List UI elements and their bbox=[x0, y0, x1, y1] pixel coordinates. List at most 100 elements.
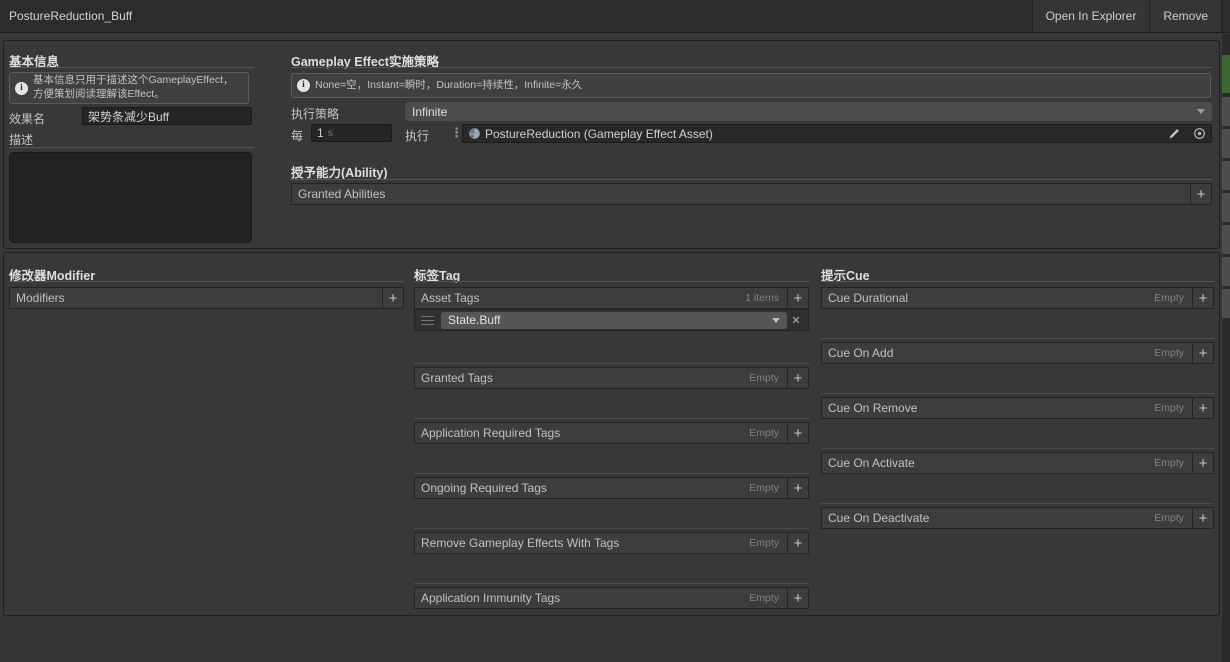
add-asset-tag-button[interactable]: + bbox=[787, 288, 808, 308]
list-label: Granted Abilities bbox=[298, 187, 386, 201]
modifier-tag-cue-panel: 修改器Modifier Modifiers + 标签Tag Asset Tags… bbox=[3, 252, 1220, 616]
list-count-badge: Empty bbox=[1154, 292, 1184, 304]
add-cue-on-remove-button[interactable]: + bbox=[1192, 398, 1213, 418]
divider bbox=[414, 418, 809, 419]
list-label: Cue On Remove bbox=[828, 401, 918, 415]
plus-icon: + bbox=[1198, 344, 1208, 362]
modifiers-list-header: Modifiers + bbox=[9, 287, 404, 309]
add-remove-effects-tag-button[interactable]: + bbox=[787, 533, 808, 553]
asset-title: PostureReduction_Buff bbox=[9, 9, 133, 23]
object-picker-icon[interactable] bbox=[1193, 127, 1206, 140]
drag-handle-icon[interactable] bbox=[421, 315, 434, 325]
description-textarea[interactable] bbox=[9, 152, 252, 243]
asset-tag-item-row: State.Buff ✕ bbox=[414, 309, 809, 331]
cue-on-remove-list-header: Cue On Remove Empty + bbox=[821, 397, 1214, 419]
add-cue-on-add-button[interactable]: + bbox=[1192, 343, 1213, 363]
add-ongoing-required-tag-button[interactable]: + bbox=[787, 478, 808, 498]
list-count-badge: Empty bbox=[749, 592, 779, 604]
right-edge-panel-sliver[interactable] bbox=[1222, 34, 1230, 662]
strip-segment bbox=[1222, 97, 1230, 126]
strip-segment bbox=[1222, 225, 1230, 254]
basic-info-helpbox: i 基本信息只用于描述这个GameplayEffect，方便策划阅读理解该Eff… bbox=[9, 72, 249, 104]
effect-name-input[interactable]: 架势条减少Buff bbox=[82, 107, 252, 125]
plus-icon: + bbox=[793, 424, 803, 442]
chevron-down-icon bbox=[1197, 109, 1205, 114]
list-count-badge: Empty bbox=[749, 537, 779, 549]
remove-tag-button[interactable]: ✕ bbox=[787, 314, 805, 327]
list-label: Application Immunity Tags bbox=[421, 591, 561, 605]
add-granted-tag-button[interactable]: + bbox=[787, 368, 808, 388]
plus-icon: + bbox=[1198, 454, 1208, 472]
close-icon: ✕ bbox=[791, 314, 801, 327]
period-input[interactable]: 1 s bbox=[311, 124, 392, 142]
list-label: Cue On Activate bbox=[828, 456, 915, 470]
info-icon: i bbox=[297, 79, 310, 92]
list-label: Granted Tags bbox=[421, 371, 493, 385]
divider bbox=[9, 67, 254, 68]
granted-tags-list-header: Granted Tags Empty + bbox=[414, 367, 809, 389]
remove-gameplay-effects-with-tags-list-header: Remove Gameplay Effects With Tags Empty … bbox=[414, 532, 809, 554]
divider bbox=[414, 363, 809, 364]
description-label: 描述 bbox=[9, 133, 34, 147]
list-label: Modifiers bbox=[16, 291, 65, 305]
strip-segment bbox=[1222, 289, 1230, 318]
list-label: Remove Gameplay Effects With Tags bbox=[421, 536, 620, 550]
gameplay-effect-editor: { "title_bar": { "title": "PostureReduct… bbox=[0, 0, 1230, 662]
period-label: 每 bbox=[291, 129, 304, 143]
list-label: Cue Durational bbox=[828, 291, 909, 305]
plus-icon: + bbox=[793, 479, 803, 497]
cue-on-deactivate-list-header: Cue On Deactivate Empty + bbox=[821, 507, 1214, 529]
exec-asset-object-field[interactable]: PostureReduction (Gameplay Effect Asset) bbox=[462, 124, 1212, 143]
window-footer bbox=[0, 617, 1222, 662]
strip-segment bbox=[1222, 257, 1230, 286]
plus-icon: + bbox=[793, 289, 803, 307]
policy-help-text: None=空，Instant=瞬时，Duration=持续性，Infinite=… bbox=[315, 78, 583, 91]
asset-tag-dropdown[interactable]: State.Buff bbox=[441, 311, 787, 329]
add-cue-on-activate-button[interactable]: + bbox=[1192, 453, 1213, 473]
list-count-badge: Empty bbox=[1154, 512, 1184, 524]
exec-asset-name: PostureReduction (Gameplay Effect Asset) bbox=[485, 126, 713, 141]
list-count-badge: Empty bbox=[1154, 347, 1184, 359]
open-in-explorer-button[interactable]: Open In Explorer bbox=[1031, 0, 1150, 32]
plus-icon: + bbox=[1198, 509, 1208, 527]
period-unit: s bbox=[327, 127, 333, 139]
add-modifier-button[interactable]: + bbox=[382, 288, 403, 308]
list-count-badge: Empty bbox=[749, 482, 779, 494]
cue-on-activate-list-header: Cue On Activate Empty + bbox=[821, 452, 1214, 474]
divider bbox=[821, 503, 1214, 504]
application-immunity-tags-list-header: Application Immunity Tags Empty + bbox=[414, 587, 809, 609]
title-bar-actions: Open In Explorer Remove bbox=[1031, 0, 1222, 32]
add-cue-on-deactivate-button[interactable]: + bbox=[1192, 508, 1213, 528]
list-label: Cue On Add bbox=[828, 346, 894, 360]
exec-policy-dropdown[interactable]: Infinite bbox=[405, 102, 1212, 121]
add-application-required-tag-button[interactable]: + bbox=[787, 423, 808, 443]
list-label: Ongoing Required Tags bbox=[421, 481, 547, 495]
divider bbox=[821, 281, 1214, 282]
divider bbox=[821, 393, 1214, 394]
effect-config-panel: 基本信息 i 基本信息只用于描述这个GameplayEffect，方便策划阅读理… bbox=[3, 40, 1220, 249]
list-count-badge: 1 items bbox=[745, 292, 779, 304]
list-count-badge: Empty bbox=[749, 372, 779, 384]
plus-icon: + bbox=[793, 589, 803, 607]
remove-button[interactable]: Remove bbox=[1149, 0, 1222, 32]
policy-helpbox: i None=空，Instant=瞬时，Duration=持续性，Infinit… bbox=[291, 73, 1211, 98]
cue-durational-list-header: Cue Durational Empty + bbox=[821, 287, 1214, 309]
pencil-icon[interactable] bbox=[1168, 127, 1181, 140]
strip-segment bbox=[1222, 129, 1230, 158]
basic-info-help-text: 基本信息只用于描述这个GameplayEffect，方便策划阅读理解该Effec… bbox=[33, 74, 234, 100]
exec-policy-label: 执行策略 bbox=[291, 107, 340, 121]
divider bbox=[821, 338, 1214, 339]
asset-tag-value: State.Buff bbox=[448, 313, 501, 327]
add-granted-ability-button[interactable]: + bbox=[1190, 184, 1211, 204]
add-cue-durational-button[interactable]: + bbox=[1192, 288, 1213, 308]
add-application-immunity-tag-button[interactable]: + bbox=[787, 588, 808, 608]
asset-tags-list-header: Asset Tags 1 items + bbox=[414, 287, 809, 309]
list-count-badge: Empty bbox=[749, 427, 779, 439]
strip-segment bbox=[1222, 193, 1230, 222]
divider bbox=[9, 147, 254, 148]
effect-name-value: 架势条减少Buff bbox=[88, 109, 170, 124]
divider bbox=[414, 528, 809, 529]
list-count-badge: Empty bbox=[1154, 457, 1184, 469]
exec-policy-value: Infinite bbox=[412, 104, 448, 119]
list-label: Asset Tags bbox=[421, 291, 480, 305]
